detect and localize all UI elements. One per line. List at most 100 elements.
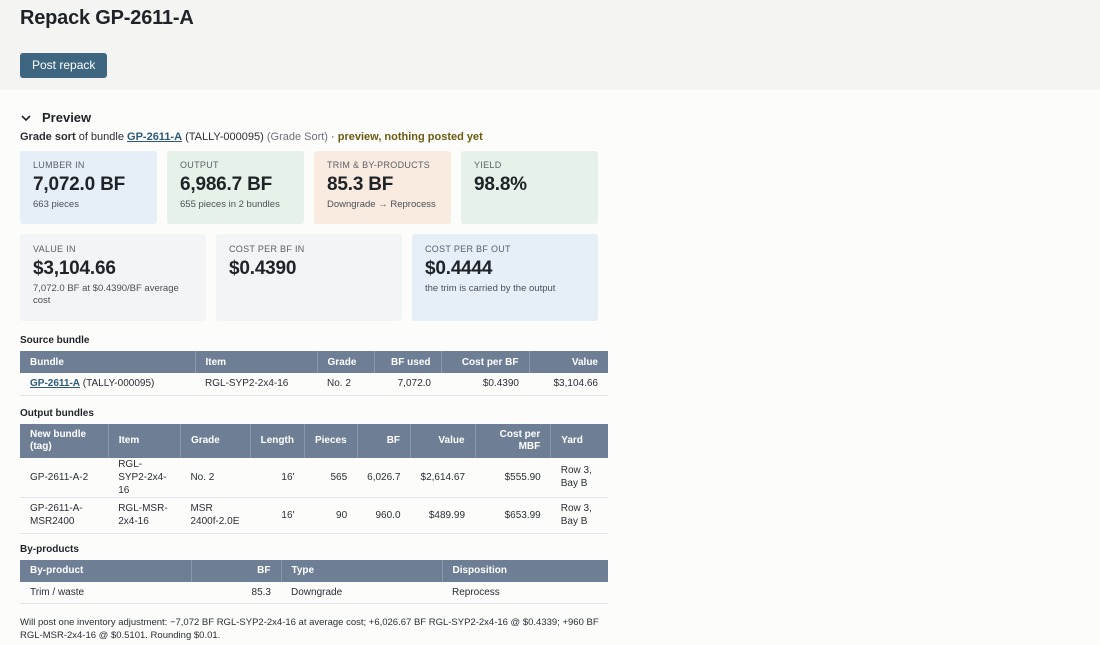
metric-sub: Downgrade → Reprocess [327,199,436,210]
tally-ref: (TALLY-000095) [182,131,267,143]
metric-cost-out: COST PER BF OUT $0.4444 the trim is carr… [412,234,598,321]
col-header: Pieces [304,423,358,458]
cell-tag: GP-2611-A-2 [20,457,109,498]
col-header: Yard [550,423,608,458]
bundle-link[interactable]: GP-2611-A [30,378,80,389]
output-bundles-title: Output bundles [20,407,94,419]
cell-value: $2,614.67 [410,457,476,498]
metric-cost-in: COST PER BF IN $0.4390 [216,234,402,321]
table-row: GP-2611-A (TALLY-000095) RGL-SYP2-2x4-16… [20,373,608,396]
col-header: BF [191,559,282,582]
col-header: BF used [374,351,442,373]
metric-sub: the trim is carried by the output [425,283,556,294]
metric-value: 7,072.0 BF [33,174,125,195]
cell-grade: No. 2 [317,373,374,396]
metric-label: COST PER BF IN [229,244,305,254]
metric-sub: 7,072.0 BF at $0.4390/BF average cost [33,283,179,306]
col-header: Item [195,351,318,373]
repack-kind: Grade sort [20,131,76,143]
page-title: Repack GP-2611-A [20,7,194,29]
col-header: By-product [20,559,192,582]
metric-value-in: VALUE IN $3,104.66 7,072.0 BF at $0.4390… [20,234,206,321]
preview-toggle[interactable]: Preview [20,110,1080,125]
cell-yard: Row 3, Bay B [550,457,608,498]
output-bundles-table: New bundle (tag) Item Grade Length Piece… [20,423,608,534]
preview-status: preview, nothing posted yet [337,131,483,143]
metric-value: $0.4390 [229,258,297,279]
cell-bf: 6,026.7 [357,457,411,498]
cell-value: $3,104.66 [529,373,608,396]
cell-item: RGL-SYP2-2x4-16 [195,373,317,396]
metric-label: LUMBER IN [33,160,85,170]
col-header: Grade [317,351,375,373]
metric-value: 6,986.7 BF [180,174,272,195]
byproducts-table: By-product BF Type Disposition Trim / wa… [20,559,608,604]
metric-value: 98.8% [474,174,527,195]
metric-value: $3,104.66 [33,258,116,279]
cell-cost: $653.99 [475,497,551,534]
source-bundle-table: Bundle Item Grade BF used Cost per BF Va… [20,351,608,396]
posting-footnote: Will post one inventory adjustment: −7,0… [20,617,599,641]
cell-tag: GP-2611-A-MSR2400 [20,497,109,534]
col-header: Value [410,423,476,458]
cell-yard: Row 3, Bay B [550,497,608,534]
metric-sub: 655 pieces in 2 bundles [180,199,280,210]
cell-byproduct: Trim / waste [20,581,191,604]
metric-trim: TRIM & BY-PRODUCTS 85.3 BF Downgrade → R… [314,151,451,224]
col-header: Value [529,351,608,373]
source-bundle-link[interactable]: GP-2611-A [127,131,182,143]
cell-value: $489.99 [410,497,476,534]
metric-value: 85.3 BF [327,174,394,195]
col-header: Cost per MBF [475,423,552,458]
metric-label: VALUE IN [33,244,76,254]
subline-text: of bundle [75,131,128,143]
cell-length: 16' [250,497,305,534]
table-row: Trim / waste 85.3 Downgrade Reprocess [20,581,608,604]
preview-subline: Grade sort of bundle GP-2611-A (TALLY-00… [20,131,1080,143]
col-header: Type [281,559,443,582]
cell-item: RGL-MSR-2x4-16 [108,497,181,534]
chevron-down-icon [21,114,31,121]
metric-lumber-in: LUMBER IN 7,072.0 BF 663 pieces [20,151,157,224]
metric-label: YIELD [474,160,502,170]
post-repack-button[interactable]: Post repack [20,53,108,78]
cell-pieces: 90 [304,497,358,534]
metric-label: OUTPUT [180,160,219,170]
byproducts-title: By-products [20,543,79,555]
cell-item: RGL-SYP2-2x4-16 [108,457,181,498]
col-header: Disposition [442,559,608,582]
metrics-row-2: VALUE IN $3,104.66 7,072.0 BF at $0.4390… [20,234,1080,321]
main-content: Preview Grade sort of bundle GP-2611-A (… [0,110,1100,642]
cell-bf: 85.3 [191,581,281,604]
cell-bf: 7,072.0 [374,373,441,396]
cell-bundle: GP-2611-A (TALLY-000095) [20,373,195,396]
cell-cost: $555.90 [475,457,551,498]
col-header: New bundle (tag) [20,423,109,458]
repack-mode: (Grade Sort) [266,131,328,143]
metric-label: COST PER BF OUT [425,244,511,254]
preview-heading: Preview [42,110,92,125]
metric-value: $0.4444 [425,258,493,279]
metric-label: TRIM & BY-PRODUCTS [327,160,431,170]
table-row: GP-2611-A-2 RGL-SYP2-2x4-16 No. 2 16' 56… [20,457,608,498]
cell-cost: $0.4390 [441,373,529,396]
source-bundle-title: Source bundle [20,335,90,346]
cell-grade: No. 2 [180,457,251,498]
cell-length: 16' [250,457,305,498]
page-header: Repack GP-2611-A Post repack [0,0,1100,90]
col-header: BF [357,423,412,458]
cell-bf: 960.0 [357,497,411,534]
metric-yield: YIELD 98.8% [461,151,598,224]
col-header: Cost per BF [441,351,530,373]
cell-grade: MSR 2400f-2.0E [180,497,251,534]
tally-ref: (TALLY-000095) [80,378,155,390]
cell-disposition: Reprocess [442,581,608,604]
metric-sub: 663 pieces [33,199,79,210]
separator: · [327,131,338,143]
metric-output: OUTPUT 6,986.7 BF 655 pieces in 2 bundle… [167,151,304,224]
table-row: GP-2611-A-MSR2400 RGL-MSR-2x4-16 MSR 240… [20,497,608,534]
col-header: Bundle [20,351,196,373]
col-header: Length [250,423,305,458]
metrics-row-1: LUMBER IN 7,072.0 BF 663 pieces OUTPUT 6… [20,151,1080,224]
col-header: Item [108,423,181,458]
